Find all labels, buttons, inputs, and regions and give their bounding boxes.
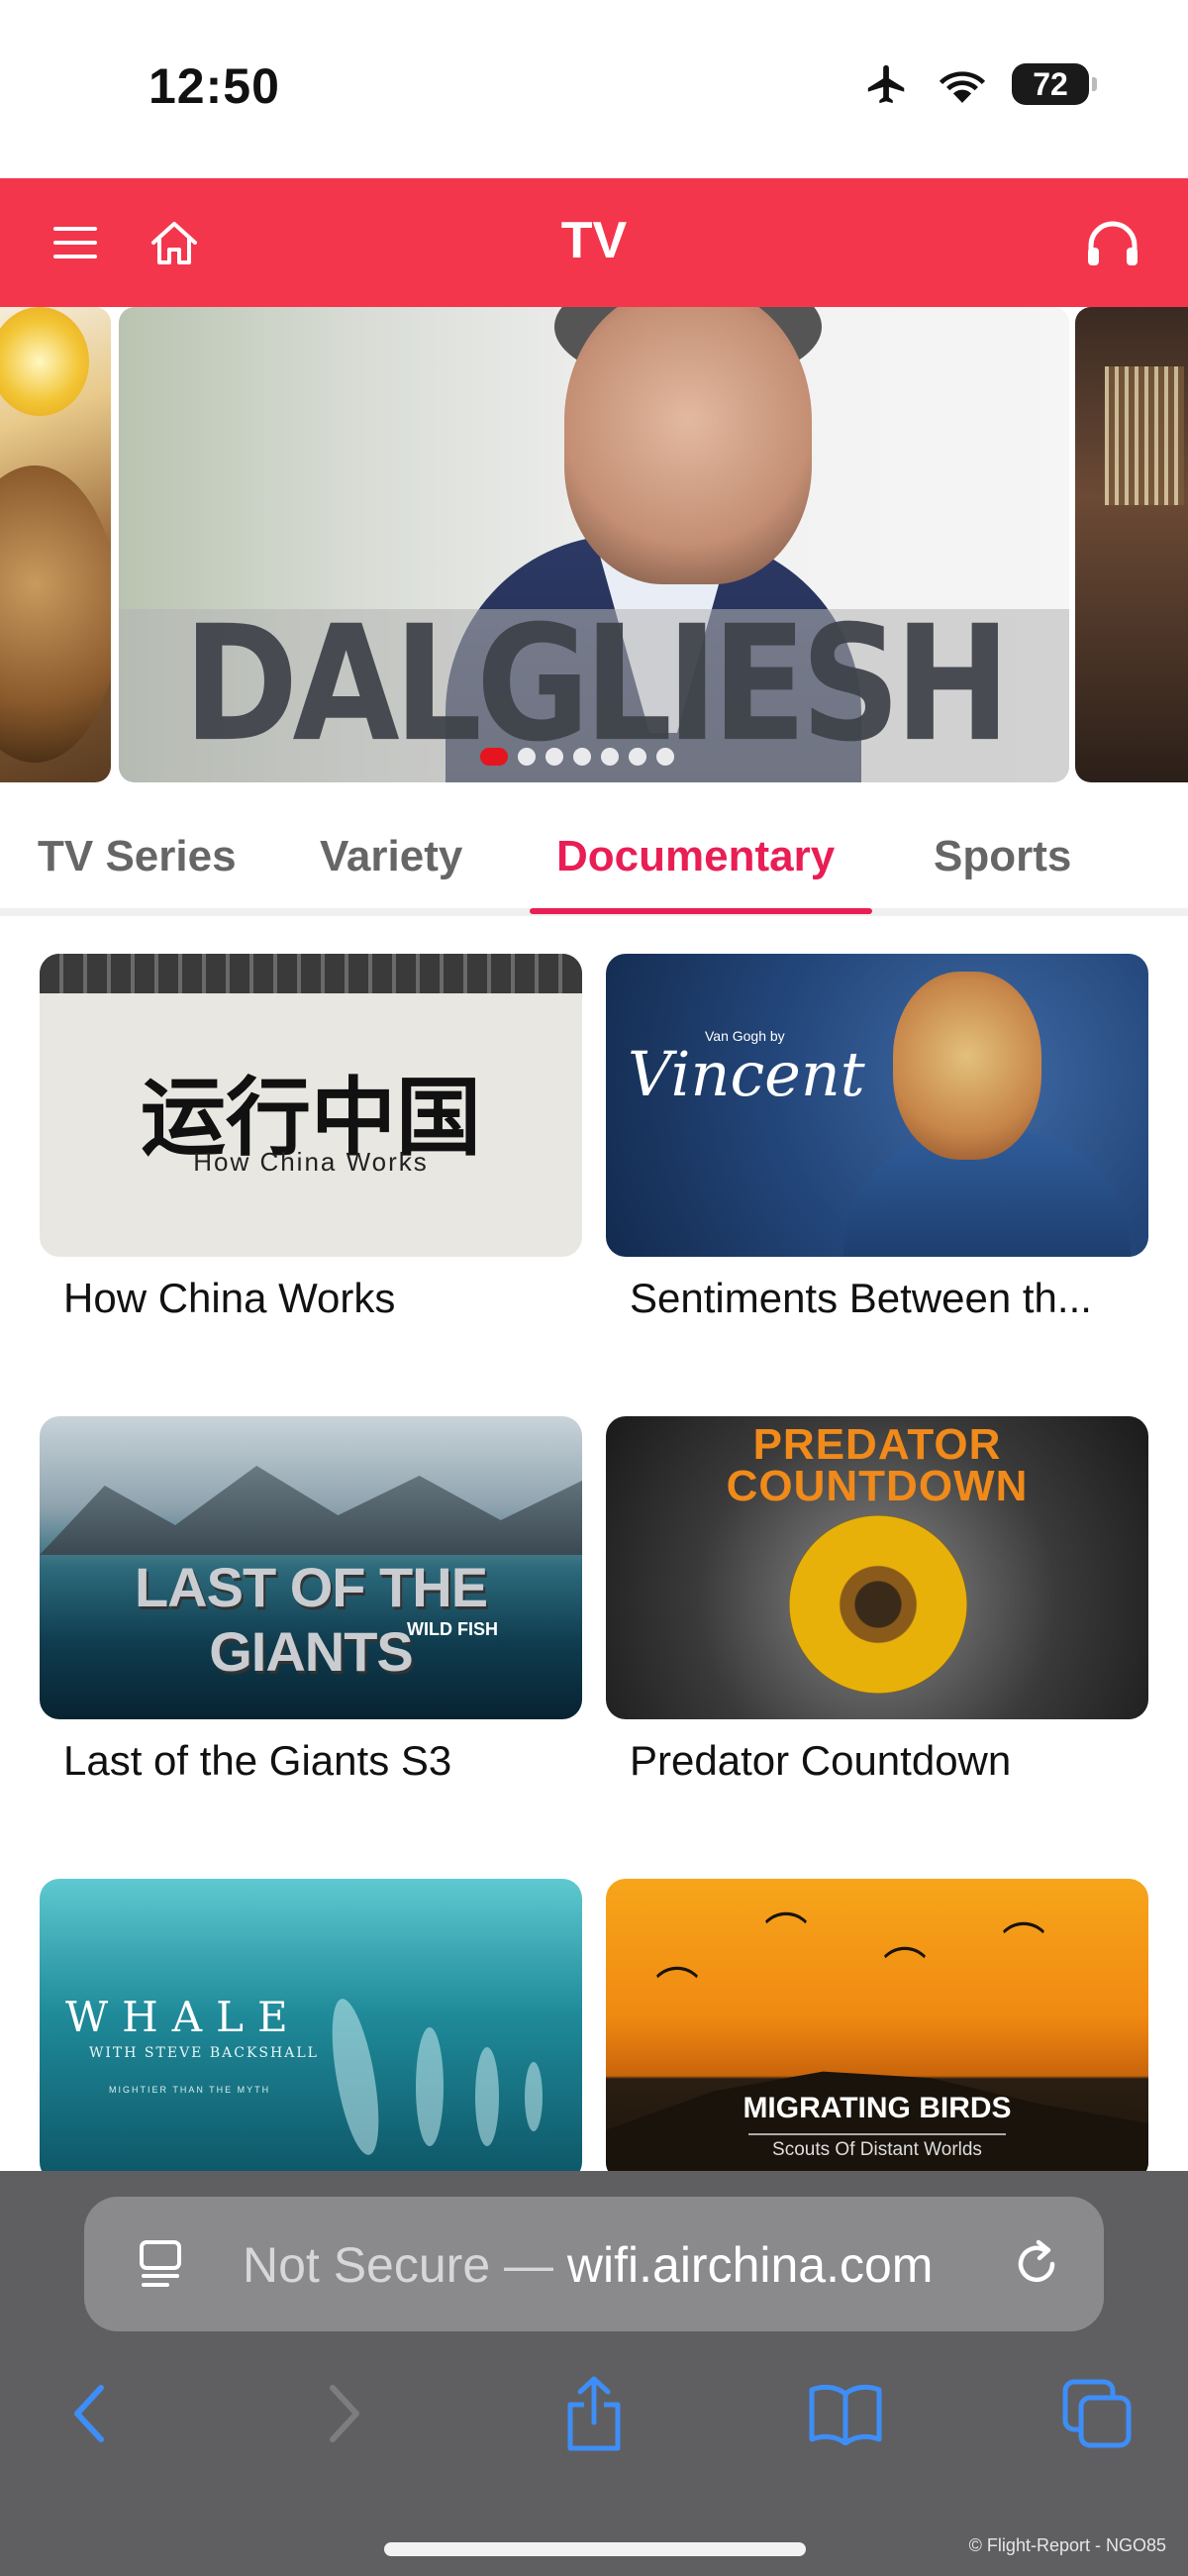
forward-button[interactable] [300, 2369, 389, 2458]
thumbnail-subtitle: WILD FISH [407, 1619, 498, 1639]
reload-icon[interactable] [1009, 2236, 1064, 2292]
home-indicator[interactable] [384, 2542, 806, 2556]
chandelier-image [1105, 366, 1184, 505]
url-text[interactable]: Not Secure — wifi.airchina.com [243, 2236, 933, 2294]
wifi-icon [939, 71, 986, 103]
thumbnail-subtitle: How China Works [193, 1147, 429, 1177]
program-card[interactable]: WHALE WITH STEVE BACKSHALL MIGHTIER THAN… [40, 1879, 582, 2182]
status-bar: 12:50 72 [0, 0, 1188, 178]
battery-level: 72 [1033, 65, 1068, 102]
carousel-dot[interactable] [518, 748, 536, 766]
carousel-slide-next[interactable] [1075, 307, 1188, 782]
active-tab-indicator [530, 908, 872, 914]
thumbnail-title: Vincent [628, 1038, 865, 1110]
carousel-dot[interactable] [545, 748, 563, 766]
browser-toolbar: Not Secure — wifi.airchina.com © Flight-… [0, 2171, 1188, 2576]
program-card[interactable]: Van Gogh by Vincent Sentiments Between t… [606, 954, 1148, 1322]
program-card[interactable]: PREDATOR COUNTDOWN Predator Countdown [606, 1416, 1148, 1785]
bookmarks-icon [809, 2384, 882, 2445]
portrait-image [893, 972, 1041, 1160]
program-thumbnail[interactable]: 运行中国 How China Works [40, 954, 582, 1257]
lemon-image [0, 307, 89, 416]
headphones-icon [1088, 221, 1138, 265]
carousel-dot[interactable] [480, 748, 508, 766]
thumbnail-title: MIGRATING BIRDS [742, 2092, 1012, 2124]
back-icon [74, 2385, 104, 2442]
watermark: © Flight-Report - NGO85 [968, 2535, 1166, 2555]
program-title[interactable]: Sentiments Between th... [606, 1275, 1131, 1322]
tab-sports[interactable]: Sports [934, 832, 1071, 881]
carousel-slide-main[interactable]: DALGLIESH [119, 307, 1069, 782]
thumbnail-subtitle: WITH STEVE BACKSHALL [89, 2045, 319, 2061]
tab-tv-series[interactable]: TV Series [38, 832, 237, 881]
audio-button[interactable] [1083, 213, 1142, 272]
carousel-slide-prev[interactable] [0, 307, 111, 782]
thumbnail-title: PREDATOR COUNTDOWN [726, 1420, 1029, 1510]
program-thumbnail[interactable]: Van Gogh by Vincent [606, 954, 1148, 1257]
battery-icon: 72 [1012, 63, 1097, 105]
thumbnail-title: WHALE [65, 1993, 302, 2041]
carousel-dot[interactable] [573, 748, 591, 766]
program-thumbnail[interactable]: PREDATOR COUNTDOWN [606, 1416, 1148, 1719]
program-thumbnail[interactable]: WHALE WITH STEVE BACKSHALL MIGHTIER THAN… [40, 1879, 582, 2182]
program-card[interactable]: ⌒ ⌒ ⌒ ⌒ MIGRATING BIRDS Scouts Of Distan… [606, 1879, 1148, 2182]
url-security-label: Not Secure — [243, 2237, 567, 2293]
carousel-dot[interactable] [601, 748, 619, 766]
program-thumbnail[interactable]: ⌒ ⌒ ⌒ ⌒ MIGRATING BIRDS Scouts Of Distan… [606, 1879, 1148, 2182]
program-card[interactable]: 运行中国 How China Works How China Works [40, 954, 582, 1322]
share-button[interactable] [549, 2369, 639, 2458]
url-domain: wifi.airchina.com [566, 2237, 934, 2293]
back-button[interactable] [45, 2369, 134, 2458]
page-title: TV [560, 212, 628, 269]
tab-documentary[interactable]: Documentary [556, 832, 835, 881]
program-thumbnail[interactable]: LAST OF THE GIANTS WILD FISH [40, 1416, 582, 1719]
tab-variety[interactable]: Variety [320, 832, 462, 881]
status-time: 12:50 [148, 58, 280, 114]
carousel-dot[interactable] [656, 748, 674, 766]
tabs-icon [1062, 2379, 1132, 2448]
thumbnail-title: LAST OF THE GIANTS [134, 1556, 488, 1683]
app-header: TV [0, 178, 1188, 307]
program-title[interactable]: Last of the Giants S3 [40, 1737, 564, 1785]
thumbnail-subtitle: Scouts Of Distant Worlds [748, 2133, 1006, 2161]
bookmarks-button[interactable] [801, 2369, 890, 2458]
airplane-icon [867, 64, 905, 104]
status-icons: 72 [861, 61, 1097, 107]
featured-carousel[interactable]: DALGLIESH [0, 307, 1188, 787]
category-tabs: TV Series Variety Documentary Sports [0, 792, 1188, 916]
noodle-bowl-image [0, 465, 111, 763]
share-icon [567, 2376, 621, 2451]
forward-icon [330, 2385, 359, 2442]
carousel-dots [480, 748, 674, 766]
program-card[interactable]: LAST OF THE GIANTS WILD FISH Last of the… [40, 1416, 582, 1785]
program-title[interactable]: How China Works [40, 1275, 564, 1322]
carousel-dot[interactable] [629, 748, 646, 766]
address-bar[interactable]: Not Secure — wifi.airchina.com [84, 2197, 1104, 2331]
program-title[interactable]: Predator Countdown [606, 1737, 1131, 1785]
tabs-button[interactable] [1052, 2369, 1141, 2458]
page-menu-icon[interactable] [136, 2236, 191, 2292]
eye-image [789, 1515, 967, 1694]
thumbnail-tagline: MIGHTIER THAN THE MYTH [109, 2085, 271, 2095]
